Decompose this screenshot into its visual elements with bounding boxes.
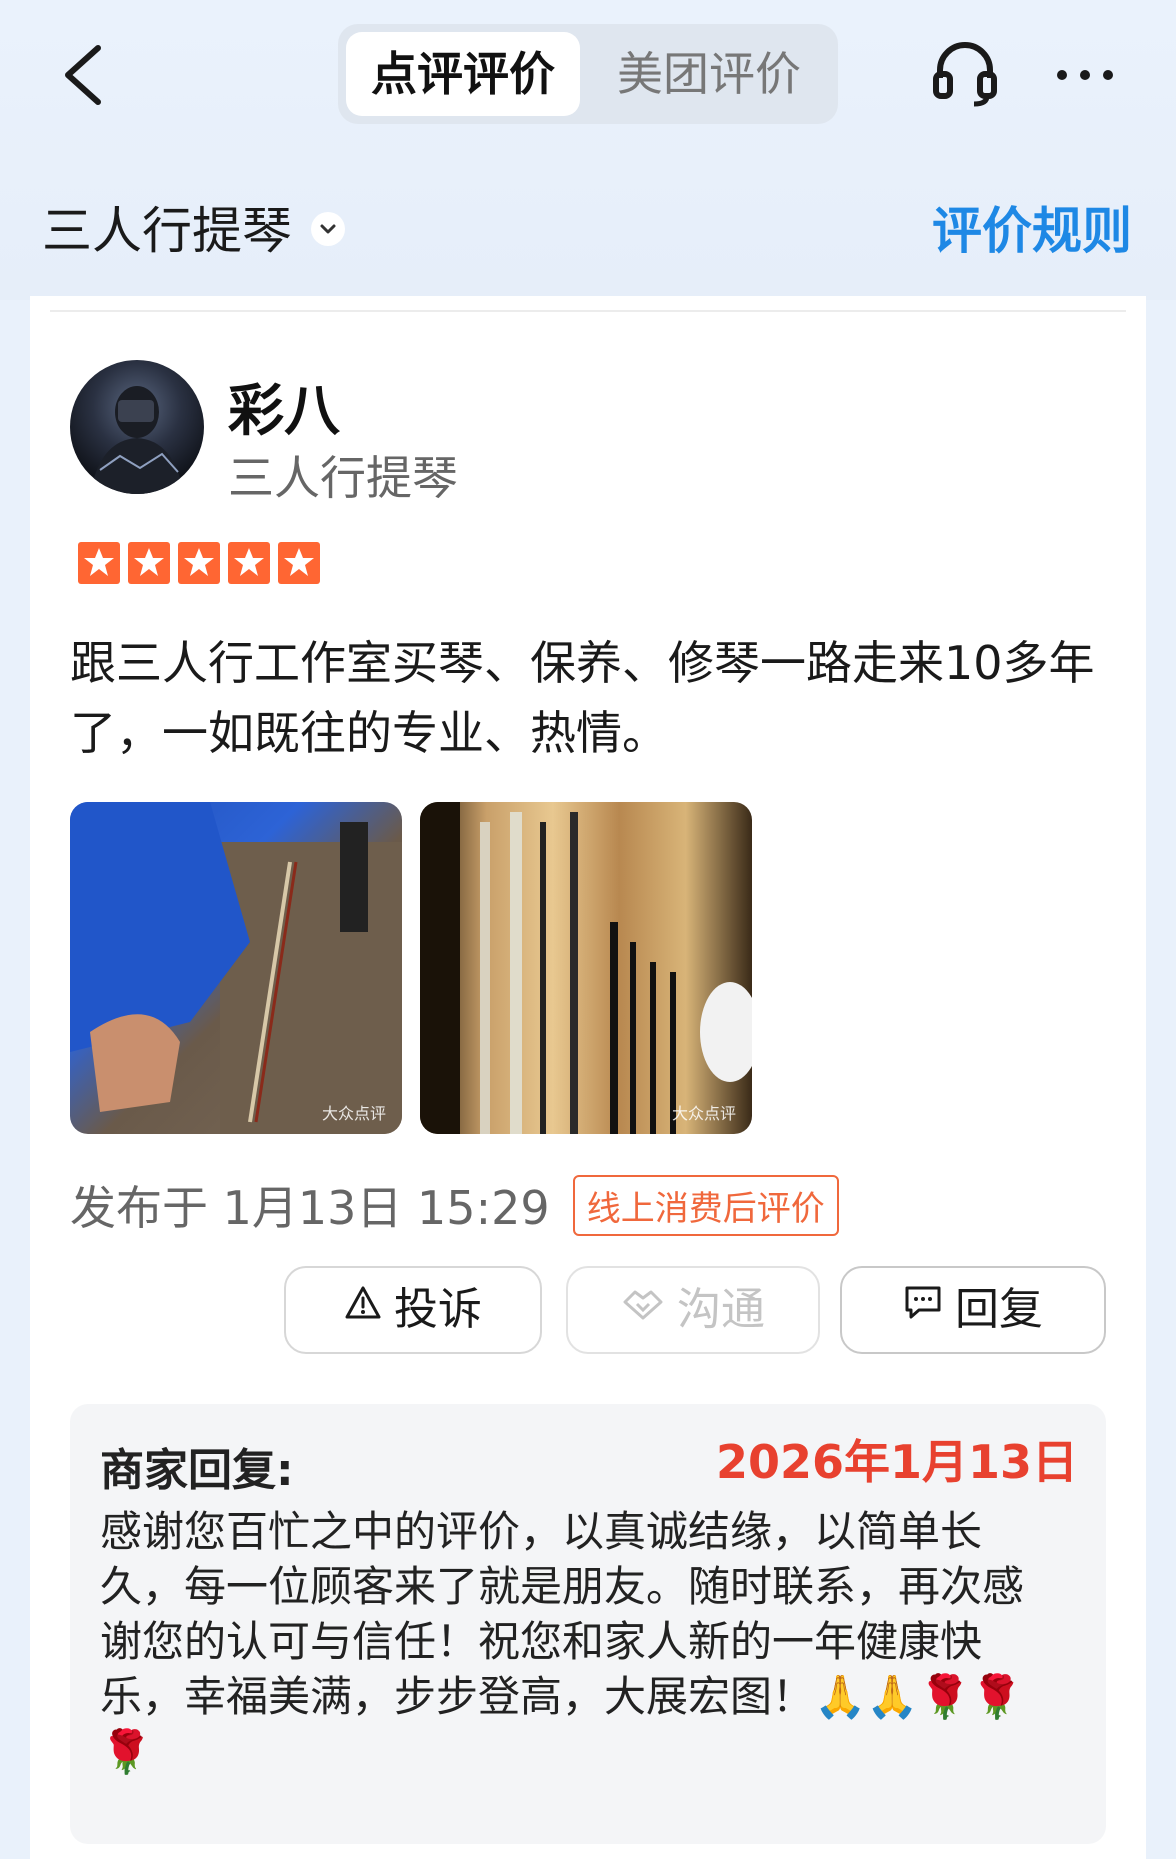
chevron-down-icon [311,212,346,246]
star-icon [128,542,170,584]
merchant-reply-title: 商家回复: [100,1445,294,1496]
avatar[interactable] [70,360,204,494]
reply-label: 回复 [955,1284,1043,1335]
complain-button[interactable]: 投诉 [284,1266,542,1354]
warning-icon [344,1266,382,1350]
review-source-tabs: 点评评价 美团评价 [338,24,838,124]
reviewed-shop-name: 三人行提琴 [228,451,458,505]
chat-button[interactable]: 沟通 [566,1266,820,1354]
customer-service-button[interactable] [930,38,1000,108]
tab-meituan-reviews[interactable]: 美团评价 [588,32,830,116]
back-button[interactable] [58,42,118,108]
review-card: 彩八 三人行提琴 跟三人行工作室买琴、保养、修琴一路走来10多年了，一如既往的专… [30,296,1146,1859]
chevron-left-icon [65,45,101,105]
shop-name: 三人行提琴 [42,202,292,260]
photo-watermark: 大众点评 [671,1104,736,1123]
reply-button[interactable]: 回复 [840,1266,1106,1354]
divider [50,310,1126,312]
review-photo[interactable]: 大众点评 [420,802,752,1134]
chat-label: 沟通 [677,1284,765,1335]
more-options-button[interactable] [1050,55,1120,95]
headset-icon [933,42,997,107]
review-rules-link[interactable]: 评价规则 [932,196,1132,266]
review-photo[interactable]: 大众点评 [70,802,402,1134]
star-icon [278,542,320,584]
merchant-reply-date: 2026年1月13日 [715,1435,1078,1489]
star-rating [78,542,328,586]
review-type-badge: 线上消费后评价 [572,1174,839,1236]
review-meta: 发布于 1月13日 15:29 线上消费后评价 [70,1172,839,1236]
photo-watermark: 大众点评 [321,1104,386,1123]
review-detail-page: 点评评价 美团评价 三人行提琴 评价规则 彩八 三人行提琴 跟三人行工作室买琴、… [0,0,1176,1859]
top-bar: 点评评价 美团评价 三人行提琴 评价规则 [0,0,1176,300]
user-name[interactable]: 彩八 [228,366,340,447]
publish-time: 发布于 1月13日 15:29 [70,1181,550,1235]
message-icon [903,1266,943,1350]
review-text: 跟三人行工作室买琴、保养、修琴一路走来10多年了，一如既往的专业、热情。 [70,636,1095,760]
star-icon [78,542,120,584]
complain-label: 投诉 [394,1284,482,1335]
merchant-reply: 商家回复: 2026年1月13日 感谢您百忙之中的评价，以真诚结缘，以简单长久，… [70,1404,1106,1844]
star-icon [178,542,220,584]
tab-dianping-reviews[interactable]: 点评评价 [346,32,580,116]
more-icon [1057,70,1113,80]
merchant-reply-text: 感谢您百忙之中的评价，以真诚结缘，以简单长久，每一位顾客来了就是朋友。随时联系，… [100,1507,1025,1776]
star-icon [228,542,270,584]
handshake-icon [621,1266,665,1350]
shop-selector[interactable]: 三人行提琴 [42,196,346,266]
